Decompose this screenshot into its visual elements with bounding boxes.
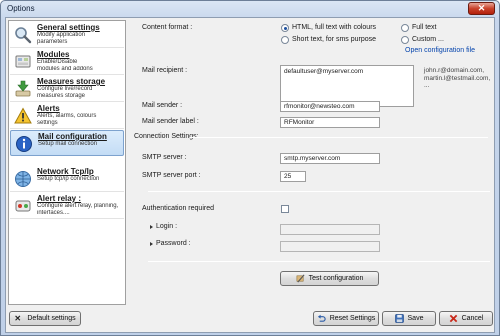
reset-settings-label: Reset Settings	[329, 315, 376, 322]
test-configuration-label: Test configuration	[308, 275, 364, 282]
sidebar-item-desc: measures storage	[37, 92, 86, 99]
password-expander-arrow	[150, 242, 153, 246]
password-label: Password :	[156, 240, 191, 247]
smtp-server-input[interactable]: smtp.myserver.com	[280, 153, 380, 164]
login-input[interactable]	[280, 224, 380, 235]
relay-icon	[15, 200, 31, 212]
connection-settings-heading: Connection Settings:	[134, 133, 199, 140]
modules-icon	[15, 55, 31, 68]
sidebar-item-alerts[interactable]: Alerts Alerts, alarms, colours settings	[10, 103, 124, 129]
sidebar-item-title: Mail configuration	[38, 132, 107, 141]
sidebar-item-modules[interactable]: Modules Enable/Disable modules and addon…	[10, 49, 124, 75]
format-html-label: HTML, full text with colours	[292, 24, 377, 31]
format-short-text-radio[interactable]	[281, 36, 289, 44]
info-icon	[16, 136, 32, 152]
recipient-hint-line-2: martin.l@testmail.com,	[424, 75, 491, 82]
auth-required-checkbox[interactable]	[281, 205, 289, 213]
mail-sender-label: Mail sender :	[142, 102, 183, 109]
login-expander-arrow	[150, 225, 153, 229]
sidebar-item-mail-configuration[interactable]: Mail configuration Setup mail connection	[10, 130, 124, 156]
options-sidebar: General settings Modify application para…	[8, 20, 126, 305]
content-format-label: Content format :	[142, 24, 193, 31]
options-window: Options ✕ General settings Modify applic…	[0, 0, 500, 336]
sidebar-item-alert-relay[interactable]: Alert relay : Configure alert relay, pla…	[10, 193, 124, 219]
sidebar-item-desc: Setup mail connection	[38, 141, 98, 147]
download-icon	[15, 80, 31, 97]
sidebar-item-desc: interfaces....	[37, 209, 70, 216]
warning-icon	[14, 107, 32, 124]
sidebar-item-general-settings[interactable]: General settings Modify application para…	[10, 22, 124, 48]
sidebar-item-title: Measures storage	[37, 77, 106, 86]
sidebar-item-desc: settings	[37, 119, 58, 126]
mail-sender-input[interactable]: rfmonitor@newsteo.com	[280, 101, 380, 112]
cancel-label: Cancel	[461, 315, 484, 322]
sidebar-item-desc: Setup tcp/ip connection	[37, 176, 100, 182]
auth-divider	[148, 191, 490, 192]
smtp-port-input[interactable]: 25	[280, 171, 306, 182]
auth-required-label: Authentication required	[142, 205, 214, 212]
format-full-text-radio[interactable]	[401, 24, 409, 32]
cancel-x-icon	[449, 314, 457, 323]
smtp-port-label: SMTP server port :	[142, 172, 201, 179]
format-short-text-label: Short text, for sms purpose	[292, 36, 377, 43]
close-x-icon: ✕	[14, 314, 22, 323]
mail-recipient-value: defaultuser@myserver.com	[284, 68, 364, 75]
window-close-button[interactable]: ✕	[468, 2, 495, 15]
sidebar-item-title: Alerts	[37, 104, 60, 113]
undo-icon	[317, 314, 326, 322]
sidebar-item-network-tcp-ip[interactable]: Network Tcp/Ip Setup tcp/ip connection	[10, 166, 124, 192]
mail-sender-label-label: Mail sender label :	[142, 118, 199, 125]
test-wrench-icon	[296, 274, 305, 283]
smtp-server-label: SMTP server :	[142, 154, 187, 161]
format-html-radio[interactable]	[281, 24, 289, 32]
sidebar-item-desc: parameters	[37, 38, 68, 45]
window-client-area: General settings Modify application para…	[5, 17, 495, 333]
mail-configuration-panel: Content format : HTML, full text with co…	[130, 20, 492, 305]
save-button[interactable]: Save	[382, 311, 436, 326]
open-configuration-file-link[interactable]: Open configuration file	[405, 47, 475, 54]
format-custom-radio[interactable]	[401, 36, 409, 44]
default-settings-button[interactable]: ✕ Default settings	[9, 311, 81, 326]
cancel-button[interactable]: Cancel	[439, 311, 493, 326]
mail-sender-label-input[interactable]: RFMonitor	[280, 117, 380, 128]
magnifier-icon	[15, 27, 32, 44]
format-full-text-label: Full text	[412, 24, 437, 31]
sidebar-item-desc: modules and addons	[37, 65, 93, 72]
network-icon	[15, 171, 31, 187]
login-label: Login :	[156, 223, 178, 230]
format-custom-label: Custom ...	[412, 36, 444, 43]
sidebar-item-title: Alert relay :	[37, 194, 82, 203]
sidebar-item-desc: Configure alert relay, planning,	[37, 203, 119, 209]
recipient-hint-line-3: ...	[424, 82, 430, 89]
sidebar-item-title: Modules	[37, 50, 70, 59]
save-label: Save	[407, 315, 424, 322]
window-title: Options	[7, 4, 35, 13]
mail-recipient-label: Mail recipient :	[142, 67, 188, 74]
sidebar-item-title: Network Tcp/Ip	[37, 167, 94, 176]
sidebar-item-measures-storage[interactable]: Measures storage Configure live/record m…	[10, 76, 124, 102]
test-configuration-button[interactable]: Test configuration	[280, 271, 379, 286]
default-settings-label: Default settings	[27, 315, 76, 322]
connection-settings-divider	[190, 137, 488, 138]
recipient-hint-line-1: john.r@domain.com,	[424, 67, 485, 74]
sidebar-item-title: General settings	[37, 23, 100, 32]
floppy-disk-icon	[394, 314, 404, 323]
reset-settings-button[interactable]: Reset Settings	[313, 311, 379, 326]
password-input[interactable]	[280, 241, 380, 252]
test-divider	[148, 261, 490, 262]
